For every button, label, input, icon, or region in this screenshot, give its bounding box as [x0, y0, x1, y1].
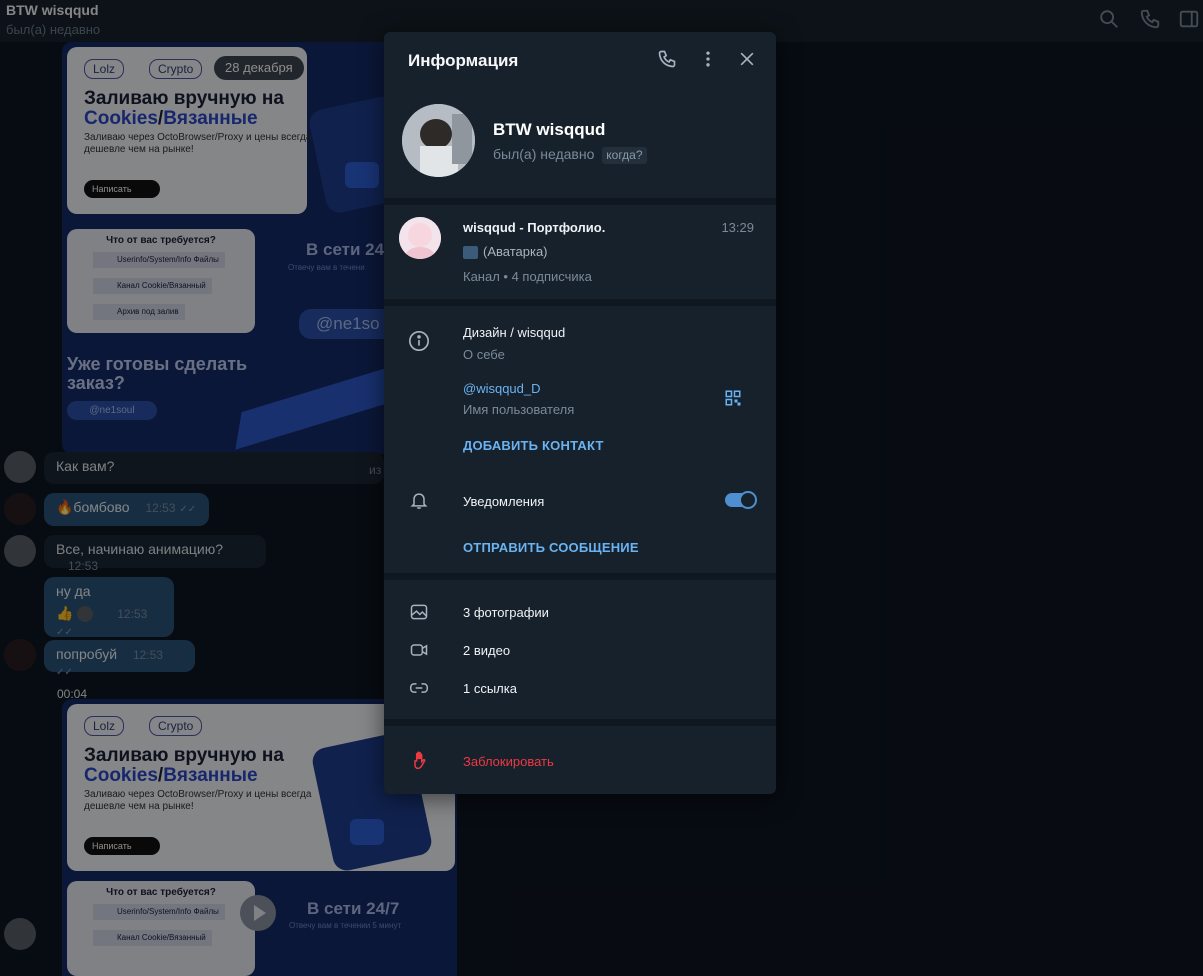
message-time: 12:53 [145, 501, 176, 515]
panel-title: Информация [408, 51, 519, 70]
links-count: 1 ссылка [463, 681, 517, 696]
divider [384, 198, 776, 205]
close-icon[interactable] [737, 49, 759, 71]
avatar[interactable] [4, 535, 36, 567]
requirement-item: Канал Cookie/Вязанный [93, 930, 212, 946]
promo-online: В сети 24/7 [307, 899, 400, 918]
search-icon[interactable] [1098, 8, 1122, 32]
profile-avatar[interactable] [402, 104, 475, 177]
promo-online-sub: Отвечу вам в течени [288, 263, 365, 272]
message-text: 🔥бомбово [56, 499, 130, 515]
message-time: 12:53 [117, 607, 148, 621]
decorative-shape [235, 364, 399, 450]
promo-title: Заливаю вручную на Cookies/Вязанные [84, 88, 284, 129]
promo-online: В сети 24 [306, 240, 385, 259]
requirement-item: Архив под залив [93, 304, 185, 320]
username-link[interactable]: @wisqqud_D [463, 381, 541, 396]
pill-lolz: Lolz [84, 716, 125, 736]
message-bubble[interactable]: Все, начинаю анимацию? 12:53 [44, 535, 266, 573]
hand-stop-icon [410, 750, 432, 772]
link-icon [409, 678, 431, 700]
requirement-item: Userinfo/System/Info Файлы [93, 904, 225, 920]
reaction[interactable]: 👍 [56, 605, 73, 621]
promo-subtitle: Заливаю через OctoBrowser/Proxy и цены в… [84, 132, 312, 155]
phone-icon[interactable] [1139, 8, 1163, 32]
message-text: ну да [56, 583, 91, 599]
send-message-button[interactable]: ОТПРАВИТЬ СООБЩЕНИЕ [463, 540, 639, 555]
requirements-title: Что от вас требуется? [106, 887, 216, 898]
promo-write-button: Написать [84, 837, 160, 855]
avatar[interactable] [4, 493, 36, 525]
avatar[interactable] [4, 639, 36, 671]
promo-subtitle: Заливаю через OctoBrowser/Proxy и цены в… [84, 789, 312, 812]
qr-code-icon[interactable] [724, 389, 746, 411]
avatar[interactable] [4, 918, 36, 950]
divider [384, 299, 776, 306]
user-info-panel: Информация BTW wisqqud был(а) недавно ко… [384, 32, 776, 794]
video-play-button[interactable] [240, 895, 276, 931]
promo-title: Заливаю вручную на Cookies/Вязанные [84, 745, 284, 786]
avatar[interactable] [4, 451, 36, 483]
channel-subscribers: Канал • 4 подписчика [463, 269, 592, 284]
info-icon [408, 330, 430, 352]
message-time: 12:53 [68, 559, 99, 573]
channel-avatar [399, 217, 441, 259]
message-trailing: из [369, 463, 382, 477]
bell-icon [409, 490, 431, 512]
profile-name: BTW wisqqud [493, 120, 606, 139]
channel-last-message: (Аватарка) [463, 244, 548, 260]
bio-label: О себе [463, 347, 505, 362]
add-contact-button[interactable]: ДОБАВИТЬ КОНТАКТ [463, 438, 604, 453]
pill-crypto: Crypto [149, 716, 203, 736]
chat-title[interactable]: BTW wisqqud [6, 2, 99, 18]
read-check-icon: ✓✓ [56, 627, 73, 639]
requirements-card: Что от вас требуется? Userinfo/System/In… [67, 881, 255, 976]
notifications-label: Уведомления [463, 494, 545, 509]
bio-text: Дизайн / wisqqud [463, 325, 566, 340]
message-bubble[interactable]: Как вам? из [44, 452, 384, 484]
requirement-item: Канал Cookie/Вязанный [93, 278, 212, 294]
video-icon [409, 640, 431, 662]
reaction-avatar [77, 606, 94, 623]
notifications-toggle[interactable] [725, 491, 757, 509]
pill-crypto: Crypto [149, 59, 203, 79]
sidebar-toggle-icon[interactable] [1178, 8, 1202, 32]
chat-status: был(а) недавно [6, 22, 101, 37]
requirements-card: Что от вас требуется? Userinfo/System/In… [67, 229, 255, 333]
message-bubble[interactable]: ну да 👍 12:53 ✓✓ [44, 577, 174, 639]
promo-write-button: Написать [84, 180, 160, 198]
message-text: Как вам? [56, 458, 115, 474]
channel-name: wisqqud - Портфолио. [463, 220, 606, 235]
pill-lolz: Lolz [84, 59, 125, 79]
photo-icon [409, 602, 431, 624]
play-icon [350, 819, 384, 845]
profile-status: был(а) недавно когда? [493, 146, 647, 164]
message-bubble[interactable]: 🔥бомбово 12:53 ✓✓ [44, 493, 209, 526]
promo-cta: Уже готовы сделать заказ? [67, 354, 248, 393]
date-chip: 28 декабря [214, 56, 304, 80]
promo-online-sub: Отвечу вам в течении 5 минут [289, 921, 402, 930]
message-bubble[interactable]: попробуй 12:53 ✓✓ [44, 640, 195, 678]
photos-count: 3 фотографии [463, 605, 549, 620]
videos-count: 2 видео [463, 643, 511, 658]
username-label: Имя пользователя [463, 402, 575, 417]
image-thumb-icon [463, 246, 478, 260]
divider [384, 573, 776, 580]
message-time: 12:53 [132, 648, 163, 662]
read-check-icon: ✓✓ [56, 667, 73, 678]
divider [384, 719, 776, 726]
message-text: Все, начинаю анимацию? [56, 541, 224, 557]
more-vertical-icon[interactable] [698, 49, 720, 71]
message-text: попробуй [56, 646, 118, 662]
requirements-title: Что от вас требуется? [106, 235, 216, 246]
promo-cta-handle: @ne1soul [67, 401, 157, 420]
block-label: Заблокировать [463, 754, 554, 769]
read-check-icon: ✓✓ [179, 504, 197, 515]
when-button[interactable]: когда? [602, 147, 647, 164]
phone-icon[interactable] [657, 49, 679, 71]
requirement-item: Userinfo/System/Info Файлы [93, 252, 225, 268]
play-icon [345, 162, 379, 188]
channel-time: 13:29 [721, 220, 754, 235]
